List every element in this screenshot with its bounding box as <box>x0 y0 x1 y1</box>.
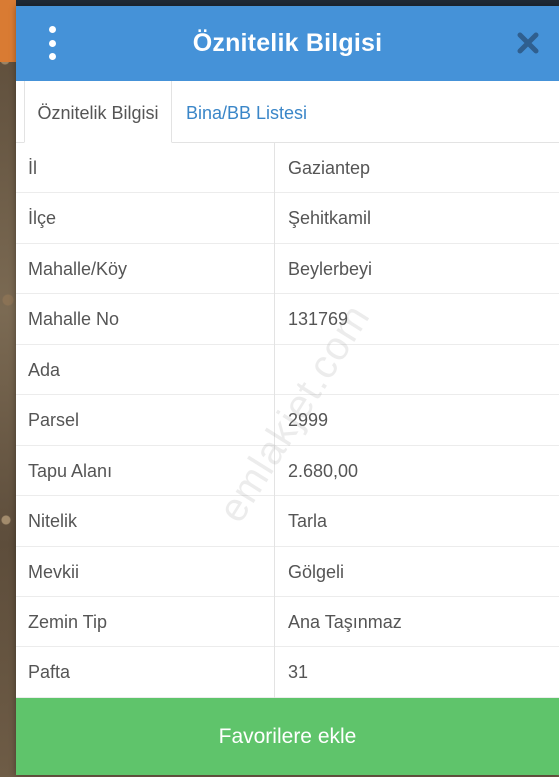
row-key: Ada <box>28 359 61 380</box>
row-value: 131769 <box>288 309 349 330</box>
tab-bar: Öznitelik Bilgisi Bina/BB Listesi <box>16 81 559 143</box>
row-key: Mevkii <box>28 561 80 582</box>
row-key: Zemin Tip <box>28 611 108 632</box>
map-orange-marker <box>0 0 16 62</box>
row-key: Pafta <box>28 662 71 683</box>
dialog-title: Öznitelik Bilgisi <box>192 29 383 57</box>
table-row: Mahalle No 131769 <box>16 294 559 345</box>
table-row: Tapu Alanı 2.680,00 <box>16 446 559 497</box>
row-key: İl <box>28 158 37 178</box>
table-row: Pafta 31 <box>16 647 559 698</box>
column-divider <box>274 143 275 698</box>
table-row: İlçe Şehitkamil <box>16 193 559 244</box>
row-value: Beylerbeyi <box>288 258 373 279</box>
table-row: Ada <box>16 345 559 396</box>
row-value: Şehitkamil <box>288 208 372 229</box>
table-row: Nitelik Tarla <box>16 496 559 547</box>
table-row: Parsel 2999 <box>16 395 559 446</box>
row-value: Ana Taşınmaz <box>288 611 402 632</box>
table-row: Zemin Tip Ana Taşınmaz <box>16 597 559 648</box>
add-to-favorites-button[interactable]: Favorilere ekle <box>16 698 559 775</box>
row-value: Gaziantep <box>288 158 371 178</box>
row-key: Mahalle/Köy <box>28 258 128 279</box>
tab-building-list[interactable]: Bina/BB Listesi <box>186 81 307 142</box>
table-row: Mevkii Gölgeli <box>16 547 559 597</box>
table-row: İl Gaziantep <box>16 143 559 194</box>
row-value: Gölgeli <box>288 561 345 582</box>
row-key: İlçe <box>28 208 57 229</box>
row-value: 2.680,00 <box>288 460 359 481</box>
row-key: Mahalle No <box>28 309 120 330</box>
attribute-dialog: Öznitelik Bilgisi Öznitelik Bilgisi Bina… <box>16 6 559 775</box>
row-value: Tarla <box>288 511 328 532</box>
attribute-table: İl Gaziantep İlçe Şehitkamil Mahalle/Köy Be… <box>16 143 559 698</box>
row-key: Tapu Alanı <box>28 460 113 481</box>
row-value: 2999 <box>288 410 329 431</box>
table-row: Mahalle/Köy Beylerbeyi <box>16 244 559 295</box>
row-key: Nitelik <box>28 511 78 532</box>
close-icon[interactable] <box>515 30 541 56</box>
row-value: 31 <box>288 662 309 683</box>
dialog-header: Öznitelik Bilgisi <box>16 6 559 81</box>
tab-attribute-info[interactable]: Öznitelik Bilgisi <box>24 81 172 143</box>
row-key: Parsel <box>28 410 80 431</box>
